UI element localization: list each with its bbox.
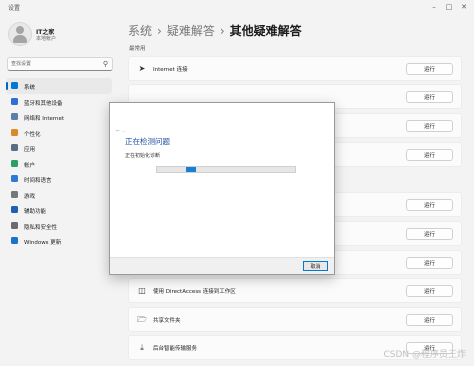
windows-update-icon (11, 237, 18, 244)
window-title: 设置 (8, 5, 21, 12)
sidebar-item-label: 应用 (24, 147, 36, 153)
sidebar-item-label: 游戏 (24, 193, 36, 200)
sidebar-item-privacy[interactable]: 隐私和安全性 (6, 218, 112, 234)
avatar-body (13, 35, 27, 43)
troubleshooter-row-internet: ➤ Internet 连接 运行 (128, 56, 462, 81)
cancel-button[interactable]: 取消 (303, 261, 328, 271)
maximize-icon[interactable]: □ (443, 2, 455, 12)
breadcrumb-troubleshoot[interactable]: 疑难解答 (167, 24, 215, 38)
row-label: 后台智能传输服务 (153, 346, 198, 352)
network-icon (11, 113, 18, 120)
progress-indicator (186, 167, 196, 172)
row-label: 共享文件夹 (153, 318, 181, 324)
avatar-head (16, 26, 24, 34)
sidebar-item-label: 辅助功能 (24, 209, 47, 215)
watermark: CSDN @程序员王炸 (383, 350, 466, 360)
globe-clock-icon (11, 175, 18, 182)
breadcrumb: 系统 › 疑难解答 › 其他疑难解答 (128, 22, 302, 39)
account-icon (11, 159, 18, 167)
run-button[interactable]: 运行 (406, 91, 453, 103)
run-button[interactable]: 运行 (406, 120, 453, 132)
apps-icon (11, 144, 18, 151)
sidebar-item-network[interactable]: 网络和 Internet (6, 109, 112, 125)
sidebar-item-label: 隐私和安全性 (24, 224, 58, 231)
settings-window: 设置 – □ ✕ IT之家 本地帐户 ⚲ 系统 蓝牙和其他设备 网络和 Inte… (0, 0, 474, 366)
shield-icon (11, 221, 18, 229)
sidebar-item-time-language[interactable]: 时间和语言 (6, 171, 112, 187)
sidebar-item-label: 帐户 (24, 162, 36, 169)
brush-icon (11, 128, 18, 136)
run-button[interactable]: 运行 (406, 149, 453, 161)
sidebar-item-windows-update[interactable]: Windows 更新 (6, 233, 112, 249)
run-button[interactable]: 运行 (406, 314, 453, 326)
shared-folder-icon: 🗁 (137, 315, 147, 324)
sidebar-nav: 系统 蓝牙和其他设备 网络和 Internet 个性化 应用 帐户 时间和语言 (6, 78, 112, 249)
sidebar-item-label: 蓝牙和其他设备 (24, 100, 63, 107)
run-button[interactable]: 运行 (406, 228, 453, 240)
sidebar-item-accounts[interactable]: 帐户 (6, 156, 112, 172)
sidebar-item-accessibility[interactable]: 辅助功能 (6, 202, 112, 218)
row-label: 使用 DirectAccess 连接到工作区 (153, 289, 236, 295)
page-title: 其他疑难解答 (229, 24, 302, 38)
progress-bar (156, 166, 296, 173)
download-icon: ⤓ (140, 343, 144, 352)
accessibility-icon (11, 206, 18, 213)
section-label: 最常用 (129, 46, 146, 52)
search-input[interactable] (11, 59, 91, 68)
run-button[interactable]: 运行 (406, 63, 453, 75)
sidebar-item-label: 系统 (24, 85, 36, 91)
dialog-status-text: 正在初始化诊断 (125, 153, 161, 159)
sidebar-item-label: 时间和语言 (24, 178, 52, 184)
monitor-icon (11, 82, 18, 89)
back-button[interactable]: ← ... (116, 129, 126, 134)
row-label: Internet 连接 (153, 67, 188, 73)
sidebar-item-personalization[interactable]: 个性化 (6, 125, 112, 141)
user-account-type: 本地帐户 (36, 36, 57, 42)
troubleshooter-row-shared-folders: 🗁 共享文件夹 运行 (128, 307, 462, 332)
troubleshooter-dialog: ← ... 正在检测问题 正在初始化诊断 取消 (109, 102, 335, 275)
run-button[interactable]: 运行 (406, 285, 453, 297)
directaccess-icon: ◫ (138, 286, 146, 295)
search-box[interactable]: ⚲ (7, 57, 113, 71)
dialog-title-bar (110, 103, 334, 117)
run-button[interactable]: 运行 (406, 257, 453, 269)
sidebar-item-label: 网络和 Internet (24, 116, 65, 122)
bluetooth-icon (11, 97, 18, 105)
dialog-heading: 正在检测问题 (125, 137, 170, 146)
avatar[interactable] (8, 22, 32, 46)
breadcrumb-system[interactable]: 系统 (128, 24, 152, 38)
troubleshooter-row-directaccess: ◫ 使用 DirectAccess 连接到工作区 运行 (128, 278, 462, 303)
sidebar-item-bluetooth[interactable]: 蓝牙和其他设备 (6, 94, 112, 110)
wifi-icon: ➤ (138, 64, 146, 73)
search-icon[interactable]: ⚲ (103, 60, 108, 68)
sidebar-item-label: 个性化 (24, 131, 41, 138)
title-bar: 设置 – □ ✕ (0, 0, 474, 14)
close-icon[interactable]: ✕ (458, 2, 470, 12)
gamepad-icon (11, 190, 18, 198)
dialog-footer: 取消 (110, 257, 334, 274)
run-button[interactable]: 运行 (406, 199, 453, 211)
breadcrumb-separator: › (219, 24, 225, 38)
sidebar-item-apps[interactable]: 应用 (6, 140, 112, 156)
sidebar-item-system[interactable]: 系统 (6, 78, 112, 94)
breadcrumb-separator: › (157, 24, 162, 38)
minimize-icon[interactable]: – (428, 2, 440, 12)
sidebar-item-label: Windows 更新 (24, 240, 62, 246)
sidebar-item-gaming[interactable]: 游戏 (6, 187, 112, 203)
